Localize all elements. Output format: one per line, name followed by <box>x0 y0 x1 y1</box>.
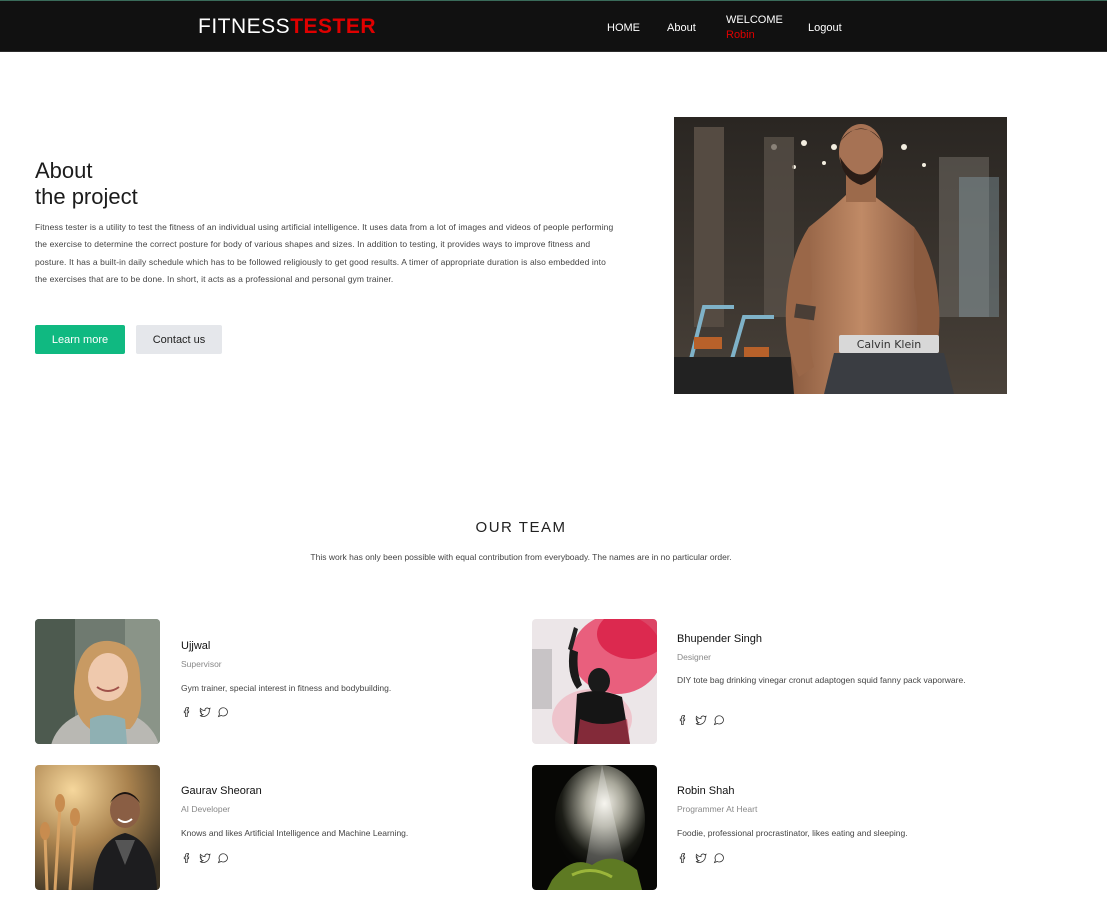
nav-welcome-label: WELCOME <box>726 14 783 26</box>
nav-username: Robin <box>726 29 755 41</box>
learn-more-button[interactable]: Learn more <box>35 325 125 354</box>
member-name: Ujjwal <box>181 640 211 652</box>
team-heading: OUR TEAM <box>475 519 567 536</box>
team-member-card: Bhupender Singh Designer DIY tote bag dr… <box>532 619 1012 744</box>
about-heading-line2: the project <box>35 184 138 209</box>
brand-part2: TESTER <box>290 15 377 38</box>
member-photo <box>532 619 657 744</box>
contact-us-button[interactable]: Contact us <box>136 325 222 354</box>
member-socials <box>181 852 229 864</box>
member-socials <box>677 714 725 726</box>
member-name: Gaurav Sheoran <box>181 785 262 797</box>
facebook-icon[interactable] <box>181 852 193 864</box>
member-role: Designer <box>677 652 712 662</box>
member-role: Supervisor <box>181 659 222 669</box>
chat-icon[interactable] <box>713 852 725 864</box>
waistband-logo: Calvin Klein <box>857 338 922 351</box>
member-name: Bhupender Singh <box>677 633 763 645</box>
member-description: DIY tote bag drinking vinegar cronut ada… <box>677 675 966 685</box>
member-photo <box>35 765 160 890</box>
member-description: Foodie, professional procrastinator, lik… <box>677 828 908 838</box>
team-member-card: Gaurav Sheoran AI Developer Knows and li… <box>35 765 515 890</box>
team-member-card: Ujjwal Supervisor Gym trainer, special i… <box>35 619 515 744</box>
member-socials <box>677 852 725 864</box>
chat-icon[interactable] <box>217 852 229 864</box>
member-role: AI Developer <box>181 804 231 814</box>
member-photo <box>35 619 160 744</box>
nav-about-link[interactable]: About <box>667 22 696 35</box>
twitter-icon[interactable] <box>199 706 211 718</box>
member-name: Robin Shah <box>677 785 735 797</box>
chat-icon[interactable] <box>713 714 725 726</box>
hero-gym-image: Calvin Klein <box>674 117 1007 394</box>
facebook-icon[interactable] <box>181 706 193 718</box>
twitter-icon[interactable] <box>695 852 707 864</box>
facebook-icon[interactable] <box>677 714 689 726</box>
member-description: Gym trainer, special interest in fitness… <box>181 683 392 693</box>
chat-icon[interactable] <box>217 706 229 718</box>
brand-part1: FITNESS <box>198 15 291 38</box>
member-description: Knows and likes Artificial Intelligence … <box>181 828 409 838</box>
member-socials <box>181 706 229 718</box>
about-heading-line1: About <box>35 158 93 183</box>
about-description: Fitness tester is a utility to test the … <box>35 222 614 284</box>
twitter-icon[interactable] <box>695 714 707 726</box>
member-role: Programmer At Heart <box>677 804 758 814</box>
navbar: FITNESSTESTER HOME About WELCOME Robin L… <box>0 0 1107 52</box>
nav-logout-link[interactable]: Logout <box>808 22 842 35</box>
twitter-icon[interactable] <box>199 852 211 864</box>
nav-home-link[interactable]: HOME <box>607 22 640 35</box>
team-subtitle: This work has only been possible with eq… <box>310 552 732 562</box>
team-member-card: Robin Shah Programmer At Heart Foodie, p… <box>532 765 1012 890</box>
about-heading: About the project <box>35 158 138 210</box>
member-photo <box>532 765 657 890</box>
facebook-icon[interactable] <box>677 852 689 864</box>
brand-logo[interactable]: FITNESSTESTER <box>198 15 376 39</box>
